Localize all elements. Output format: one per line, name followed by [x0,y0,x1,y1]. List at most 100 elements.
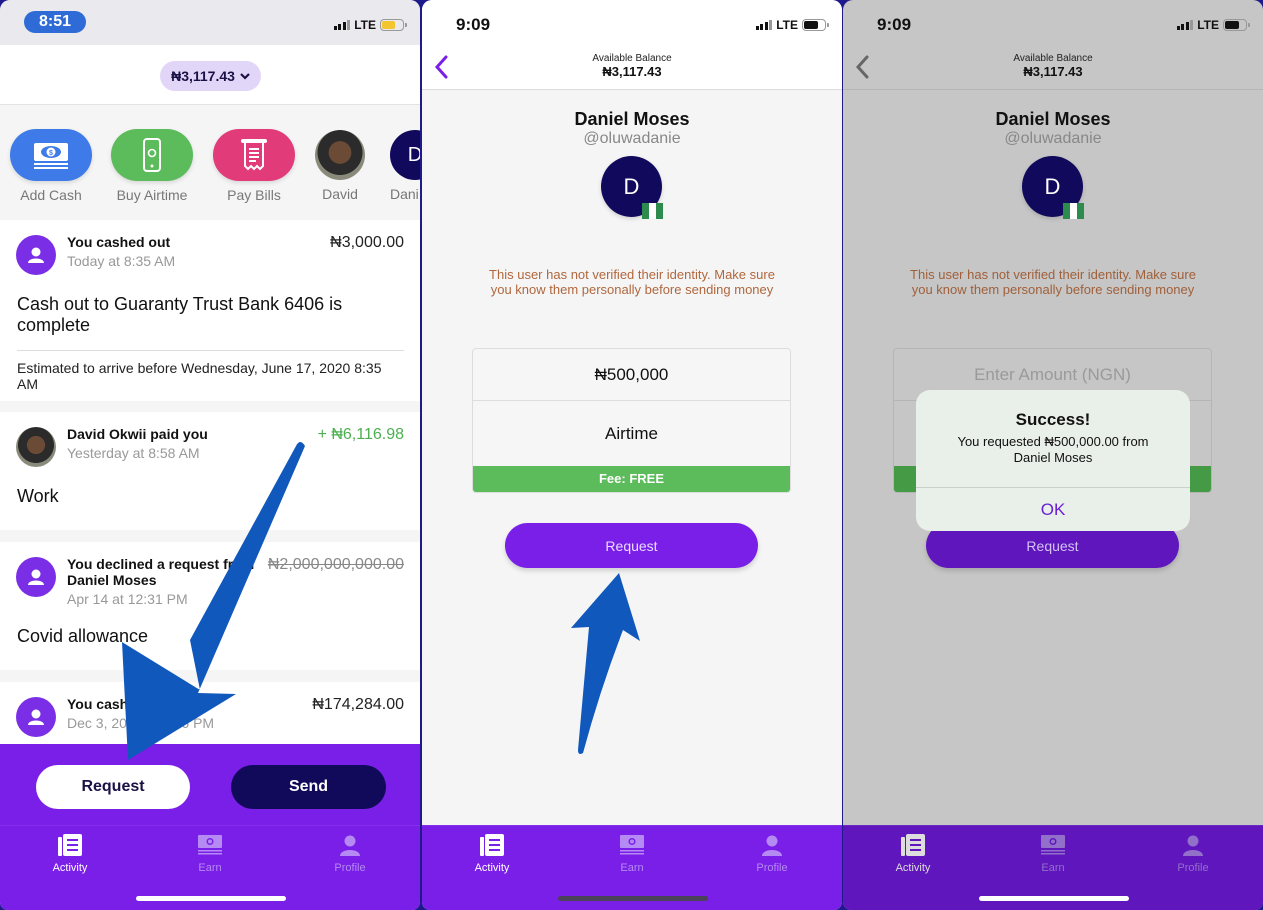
battery-icon [802,19,829,31]
tab-bar: Activity Earn Profile [843,825,1263,910]
user-avatar-icon [16,235,56,275]
chevron-down-icon [240,72,250,80]
activity-amount: ₦2,000,000,000.00 [267,556,404,573]
balance-value: ₦3,117.43 [602,64,662,79]
contact-label: Dani [390,186,419,202]
activity-screen: 8:51 LTE ₦3,117.43 $ Add Cash Buy Airtim… [0,0,420,910]
tab-label: Earn [198,862,222,874]
user-avatar-icon [16,697,56,737]
request-screen: 9:09 LTE Available Balance ₦3,117.43 Dan… [422,0,842,910]
activity-time: Apr 14 at 12:31 PM [67,591,188,607]
system-icons: LTE [333,18,407,32]
tab-bar: Activity Earn Profile [422,825,842,910]
quick-action-pay-bills[interactable]: Pay Bills [213,129,295,203]
quick-action-add-cash[interactable]: $ Add Cash [10,129,92,203]
list-item[interactable]: David Okwii paid you Yesterday at 8:58 A… [0,412,420,530]
tab-earn[interactable]: Earn [170,832,250,874]
activity-memo: Work [17,486,59,506]
contact-daniel[interactable]: D Dani [385,129,420,202]
balance-dropdown[interactable]: ₦3,117.43 [160,61,261,91]
tab-label: Earn [1041,862,1065,874]
activity-memo: Cash out to Guaranty Trust Bank 6406 is … [17,294,343,335]
quick-action-label: Pay Bills [227,187,281,203]
system-icons: LTE [755,18,829,32]
cash-icon: $ [34,143,68,169]
earn-icon [620,835,644,855]
tab-profile[interactable]: Profile [1153,832,1233,874]
request-form: ₦500,000 Airtime Fee: FREE [472,348,791,493]
tab-label: Earn [620,862,644,874]
list-item[interactable]: You cashed out Today at 8:35 AM ₦3,000.0… [0,220,420,401]
request-button[interactable]: Request [505,523,758,568]
nigeria-flag-icon [1063,203,1084,219]
activity-amount: + ₦6,116.98 [317,426,404,443]
tab-bar: Activity Earn Profile [0,825,420,910]
recipient-name: Daniel Moses [995,109,1111,129]
home-indicator [136,896,286,901]
avatar [16,427,56,467]
activity-title: David Okwii paid you [67,426,208,442]
ok-button[interactable]: OK [916,488,1190,531]
home-indicator [979,896,1129,901]
activity-time: Dec 3, 2019 at 6:46 PM [67,715,215,731]
activity-memo: Covid allowance [17,626,149,646]
svg-text:$: $ [49,150,53,157]
balance-header: ₦3,117.43 [0,45,420,105]
list-item[interactable]: You declined a request from Daniel Moses… [0,542,420,670]
activity-icon [480,834,504,856]
status-bar: 8:51 LTE [0,0,420,45]
fee-badge: Fee: FREE [473,466,790,492]
earn-icon [1041,835,1065,855]
balance-caption: Available Balance [1013,53,1093,64]
contact-david[interactable]: David [300,129,380,202]
earn-icon [198,835,222,855]
success-screen: 9:09 LTE Available Balance ₦3,117.43 Dan… [843,0,1263,910]
recipient-name: Daniel Moses [574,109,690,129]
profile-icon [340,835,360,856]
avatar [315,130,365,180]
tab-activity[interactable]: Activity [452,832,532,874]
avatar: D [390,130,420,180]
quick-actions: $ Add Cash Buy Airtime Pay Bills David D… [0,106,420,219]
tab-profile[interactable]: Profile [310,832,390,874]
tab-earn[interactable]: Earn [1013,832,1093,874]
tab-label: Activity [895,862,931,874]
send-button[interactable]: Send [231,765,386,809]
network-label: LTE [776,18,798,32]
tab-activity[interactable]: Activity [873,832,953,874]
battery-icon [1223,19,1250,31]
activity-time: Yesterday at 8:58 AM [67,445,200,461]
quick-action-buy-airtime[interactable]: Buy Airtime [111,129,193,203]
tab-earn[interactable]: Earn [592,832,672,874]
tab-label: Profile [1177,862,1209,874]
status-time: 9:09 [877,15,912,34]
tab-label: Profile [756,862,788,874]
verification-warning: This user has not verified their identit… [910,267,1196,297]
tab-activity[interactable]: Activity [30,832,110,874]
nav-bar: Available Balance ₦3,117.43 [422,45,842,90]
signal-icon [333,20,351,30]
tab-profile[interactable]: Profile [732,832,812,874]
contact-label: David [322,186,358,202]
quick-action-label: Add Cash [20,187,82,203]
network-label: LTE [1197,18,1219,32]
note-field[interactable]: Airtime [473,401,790,466]
activity-note: Estimated to arrive before Wednesday, Ju… [17,360,382,392]
activity-title: You cashed out [67,234,171,250]
activity-amount: ₦3,000.00 [330,234,404,251]
profile-icon [1183,835,1203,856]
action-bar: Request Send [0,744,420,826]
balance-caption: Available Balance [592,53,672,64]
activity-amount: ₦174,284.00 [312,696,404,713]
list-item[interactable]: You cashed out Dec 3, 2019 at 6:46 PM ₦1… [0,682,420,752]
amount-field[interactable]: ₦500,000 [473,349,790,401]
nav-bar: Available Balance ₦3,117.43 [843,45,1263,90]
home-indicator [558,896,708,901]
request-button[interactable]: Request [36,765,190,809]
receipt-icon [241,139,267,171]
tab-label: Activity [474,862,510,874]
system-icons: LTE [1176,18,1250,32]
status-time: 9:09 [456,15,491,34]
quick-action-label: Buy Airtime [116,187,188,203]
tab-label: Activity [52,862,88,874]
